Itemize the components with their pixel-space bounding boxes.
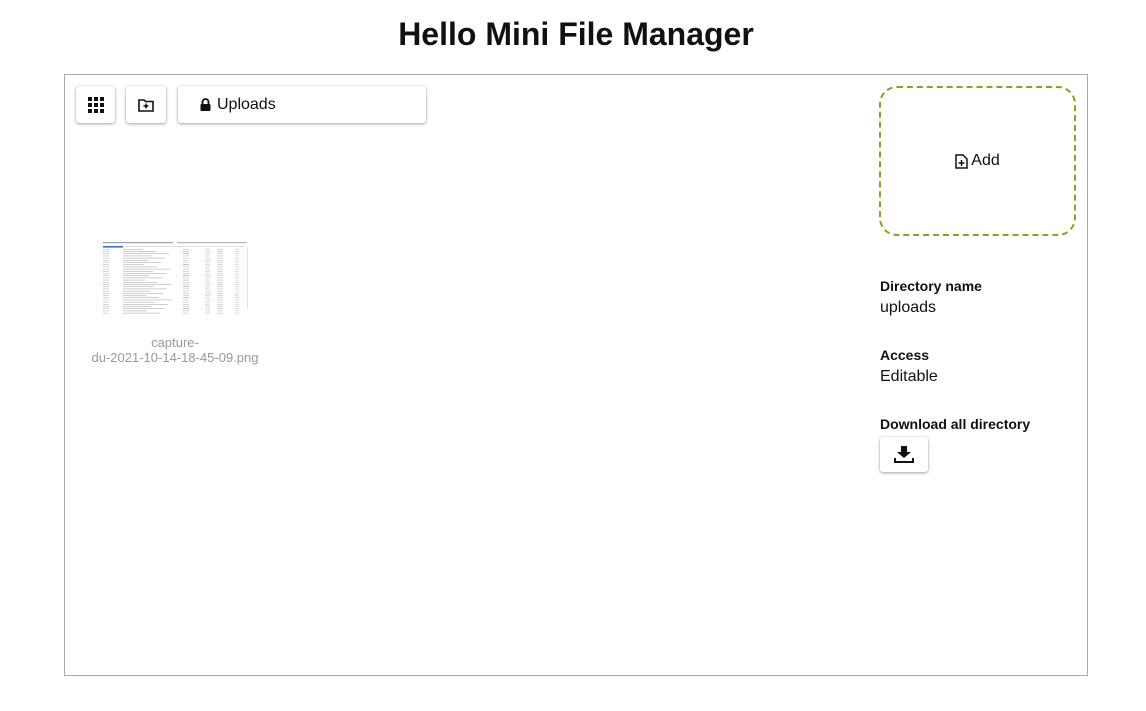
download-icon [894, 446, 914, 463]
lock-icon [200, 98, 211, 111]
file-plus-icon [955, 153, 969, 169]
directory-name-section: Directory name uploads [880, 277, 982, 318]
download-all-button[interactable] [880, 437, 928, 472]
current-directory-chip[interactable]: Uploads [178, 86, 426, 123]
directory-name-label: Directory name [880, 278, 982, 294]
download-all-label: Download all directory [880, 416, 1031, 432]
access-value: Editable [880, 368, 938, 385]
file-item[interactable]: capture- du-2021-10-14-18-45-09.png [83, 239, 267, 365]
grid-view-button[interactable] [76, 86, 115, 123]
access-section: Access Editable [880, 346, 938, 387]
current-directory-label: Uploads [217, 95, 276, 113]
file-thumbnail[interactable] [95, 239, 255, 317]
file-manager: Uploads capture- du-2021-10-14-18-45-09.… [64, 74, 1088, 676]
directory-name-value: uploads [880, 299, 937, 316]
access-label: Access [880, 347, 930, 363]
new-folder-button[interactable] [126, 86, 166, 123]
grid-view-icon [87, 96, 104, 113]
folder-plus-icon [138, 98, 154, 112]
add-file-dropzone[interactable]: Add [879, 86, 1076, 236]
add-label: Add [971, 152, 1000, 169]
file-name: capture- du-2021-10-14-18-45-09.png [91, 335, 259, 365]
download-section: Download all directory [880, 415, 1030, 472]
page-title: Hello Mini File Manager [398, 16, 754, 52]
